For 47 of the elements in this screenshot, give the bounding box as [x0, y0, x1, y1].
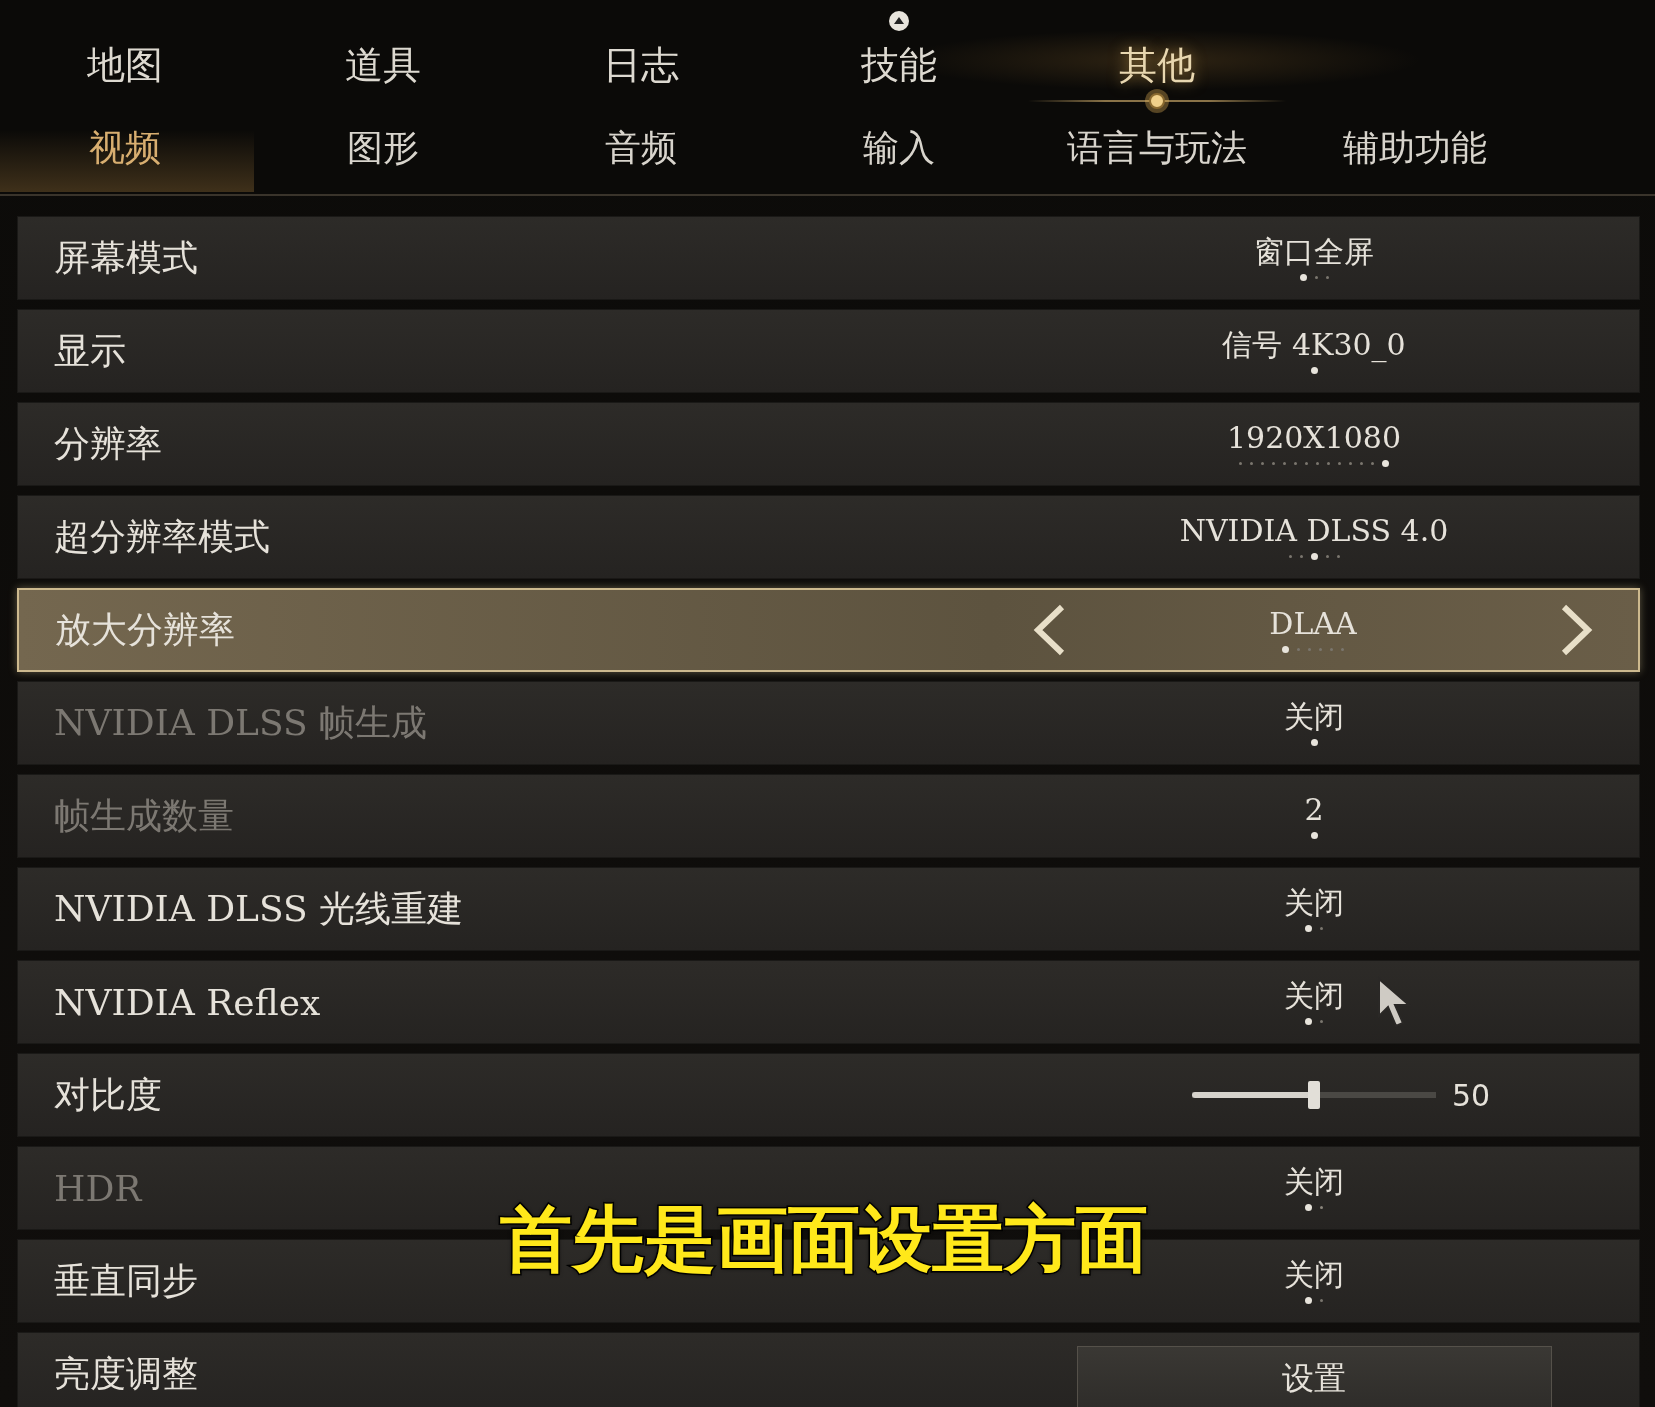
sub-tab[interactable]: 图形 — [254, 104, 512, 192]
selected-dot-icon — [1144, 88, 1170, 114]
setting-value: 信号 4K30_0 — [1222, 327, 1406, 361]
setting-row[interactable]: 显示 信号 4K30_0 — [17, 309, 1640, 393]
setting-value: 窗口全屏 — [1254, 234, 1374, 268]
setting-row[interactable]: 对比度 50 — [17, 1053, 1640, 1137]
setting-value: 关闭 — [1284, 1257, 1344, 1291]
setting-label: 帧生成数量 — [54, 793, 235, 838]
sub-tab[interactable]: 输入 — [770, 104, 1028, 192]
setting-label: 分辨率 — [54, 421, 163, 466]
setting-label: HDR — [54, 1167, 144, 1209]
setting-value: 关闭 — [1284, 885, 1344, 919]
setting-value: 2 — [1304, 792, 1324, 826]
setting-label: NVIDIA DLSS 帧生成 — [54, 700, 429, 745]
setting-row[interactable]: 超分辨率模式 NVIDIA DLSS 4.0 — [17, 495, 1640, 579]
setting-label: 垂直同步 — [54, 1258, 199, 1303]
setting-label: 超分辨率模式 — [54, 514, 271, 559]
top-tab[interactable]: 道具 — [345, 46, 421, 84]
setting-label: NVIDIA DLSS 光线重建 — [54, 886, 465, 931]
setting-label: 对比度 — [54, 1072, 163, 1117]
setting-label: 放大分辨率 — [55, 607, 236, 652]
setting-value: 1920X1080 — [1226, 420, 1402, 454]
setting-label: 亮度调整 — [54, 1351, 199, 1396]
top-tab[interactable]: 其他 — [1119, 46, 1195, 84]
top-tab[interactable]: 日志 — [603, 46, 679, 84]
sub-tab[interactable]: 辅助功能 — [1286, 104, 1544, 192]
sub-tab[interactable]: 音频 — [512, 104, 770, 192]
setting-value: NVIDIA DLSS 4.0 — [1179, 513, 1449, 547]
setting-value: 关闭 — [1284, 1164, 1344, 1198]
setting-value: 关闭 — [1284, 699, 1344, 733]
setting-row[interactable]: 放大分辨率 DLAA — [17, 588, 1640, 672]
setting-label: 屏幕模式 — [54, 235, 199, 280]
sub-tab[interactable]: 语言与玩法 — [1028, 104, 1286, 192]
setting-row[interactable]: 分辨率 1920X1080 — [17, 402, 1640, 486]
slider-thumb[interactable] — [1308, 1081, 1320, 1109]
top-tab[interactable]: 技能 — [861, 46, 937, 84]
slider-reading: 50 — [1451, 1077, 1492, 1113]
setting-value: 关闭 — [1284, 978, 1344, 1012]
setting-row[interactable]: NVIDIA Reflex 关闭 — [17, 960, 1640, 1044]
setting-row[interactable]: 亮度调整 设置 — [17, 1332, 1640, 1407]
setting-label: NVIDIA Reflex — [54, 981, 322, 1023]
setting-value: DLAA — [1269, 606, 1357, 640]
top-tab[interactable]: 地图 — [87, 46, 163, 84]
setting-label: 显示 — [54, 328, 127, 373]
setting-row[interactable]: NVIDIA DLSS 光线重建 关闭 — [17, 867, 1640, 951]
settings-button[interactable]: 设置 — [1076, 1346, 1552, 1407]
setting-row[interactable]: 屏幕模式 窗口全屏 — [17, 216, 1640, 300]
